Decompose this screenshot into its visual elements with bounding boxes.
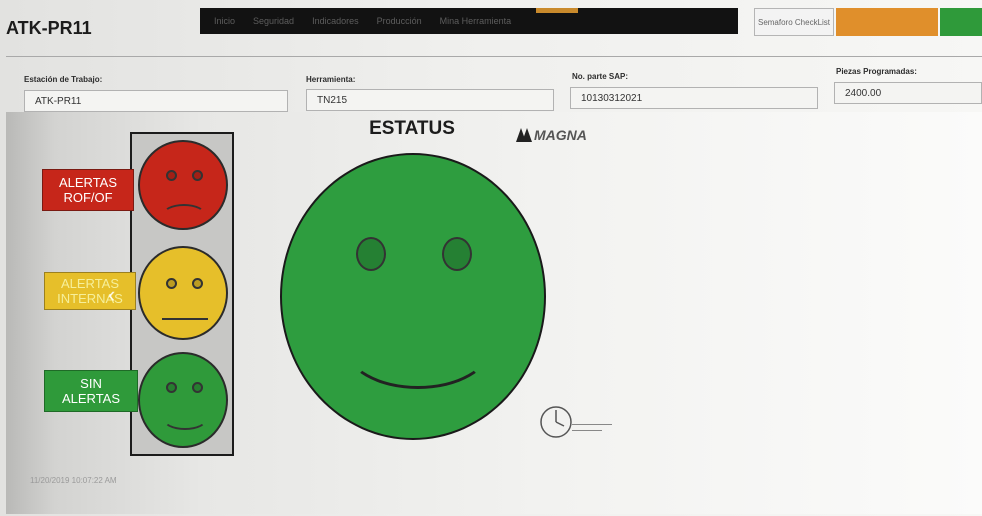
nav-item-mina-herramienta[interactable]: Mina Herramienta <box>440 16 512 26</box>
screen: ATK-PR11 Inicio Seguridad Indicadores Pr… <box>0 0 982 516</box>
magna-logo-text: MAGNA <box>534 127 587 143</box>
alert-label-rof-of: ALERTAS ROF/OF <box>42 169 134 211</box>
alert-label-sin-alertas: SIN ALERTAS <box>44 370 138 412</box>
sap-part-field[interactable] <box>570 87 818 109</box>
scheduled-pieces-field[interactable] <box>834 82 982 104</box>
status-face-eye <box>356 237 386 271</box>
nav-item-indicadores[interactable]: Indicadores <box>312 16 359 26</box>
checklist-button[interactable]: Semaforo CheckList <box>754 8 834 36</box>
yellow-neutral-face-icon <box>138 246 228 340</box>
red-sad-face-icon <box>138 140 228 230</box>
workstation-field[interactable] <box>24 90 288 112</box>
status-tile-green[interactable] <box>940 8 982 36</box>
nav-item-produccion[interactable]: Producción <box>377 16 422 26</box>
navbar-accent <box>536 8 578 13</box>
alert-label-internas: ALERTAS INTERNAS <box>44 272 136 310</box>
face-eye <box>166 382 177 393</box>
sap-part-label: No. parte SAP: <box>572 72 629 81</box>
clock-icon <box>540 406 612 438</box>
timestamp: 11/20/2019 10:07:22 AM <box>30 476 117 485</box>
face-mouth <box>162 406 208 430</box>
status-title: ESTATUS <box>369 118 455 139</box>
magna-logo: MAGNA <box>516 127 587 143</box>
nav-item-inicio[interactable]: Inicio <box>214 16 235 26</box>
face-eye <box>192 382 203 393</box>
nav-item-seguridad[interactable]: Seguridad <box>253 16 294 26</box>
face-eye <box>166 278 177 289</box>
header-divider <box>6 56 982 57</box>
green-happy-face-icon <box>138 352 228 448</box>
workstation-label: Estación de Trabajo: <box>24 75 103 84</box>
magna-logo-mark-icon <box>516 128 532 142</box>
status-face-eye <box>442 237 472 271</box>
face-eye <box>166 170 177 181</box>
face-eye <box>192 170 203 181</box>
face-mouth <box>162 204 206 226</box>
big-status-smiley-icon <box>280 153 546 440</box>
face-mouth <box>162 318 208 320</box>
status-tile-orange[interactable] <box>836 8 938 36</box>
scheduled-pieces-label: Piezas Programadas: <box>836 67 917 76</box>
app-title: ATK-PR11 <box>6 18 92 38</box>
tool-field[interactable] <box>306 89 554 111</box>
chevron-left-icon[interactable]: ‹ <box>108 282 115 308</box>
top-navbar: Inicio Seguridad Indicadores Producción … <box>200 8 738 34</box>
tool-label: Herramienta: <box>306 75 356 84</box>
status-face-mouth <box>344 303 492 389</box>
face-eye <box>192 278 203 289</box>
